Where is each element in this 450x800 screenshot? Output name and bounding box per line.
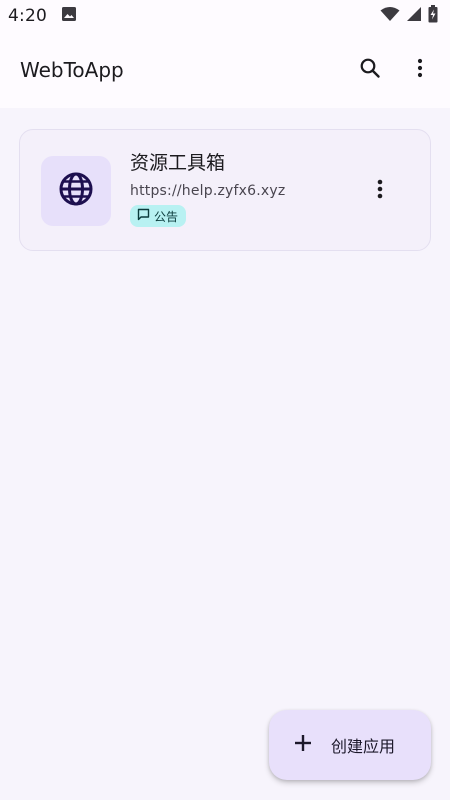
app-title: WebToApp <box>20 58 124 82</box>
app-bar: WebToApp <box>0 32 450 108</box>
search-icon <box>359 57 381 83</box>
globe-icon <box>58 171 94 211</box>
app-card[interactable]: 资源工具箱 https://help.zyfx6.xyz 公告 <box>19 129 431 251</box>
search-button[interactable] <box>350 50 390 90</box>
status-left: 4:20 <box>8 6 77 26</box>
screen: 4:20 WebToApp 资源工具箱 https://help.zyfx6.x… <box>0 0 450 800</box>
app-info: 资源工具箱 https://help.zyfx6.xyz 公告 <box>130 150 285 227</box>
app-url: https://help.zyfx6.xyz <box>130 183 286 199</box>
signal-icon <box>406 6 422 26</box>
more-vert-icon <box>377 179 383 203</box>
wifi-icon <box>380 6 400 26</box>
battery-charging-icon <box>428 5 438 27</box>
image-icon <box>61 6 77 26</box>
plus-icon <box>293 733 313 757</box>
app-card-menu-button[interactable] <box>360 171 400 211</box>
create-app-label: 创建应用 <box>331 737 396 756</box>
app-name: 资源工具箱 <box>130 152 226 174</box>
create-app-button[interactable]: 创建应用 <box>269 710 431 780</box>
announcement-icon <box>137 208 150 224</box>
status-right <box>380 5 438 27</box>
more-vert-icon <box>417 58 423 82</box>
app-icon-container <box>41 156 111 226</box>
tag-label: 公告 <box>154 209 179 224</box>
announcement-tag: 公告 <box>130 205 187 227</box>
app-bar-actions <box>350 50 440 90</box>
status-time: 4:20 <box>8 6 47 26</box>
overflow-menu-button[interactable] <box>400 50 440 90</box>
status-bar: 4:20 <box>0 0 450 32</box>
